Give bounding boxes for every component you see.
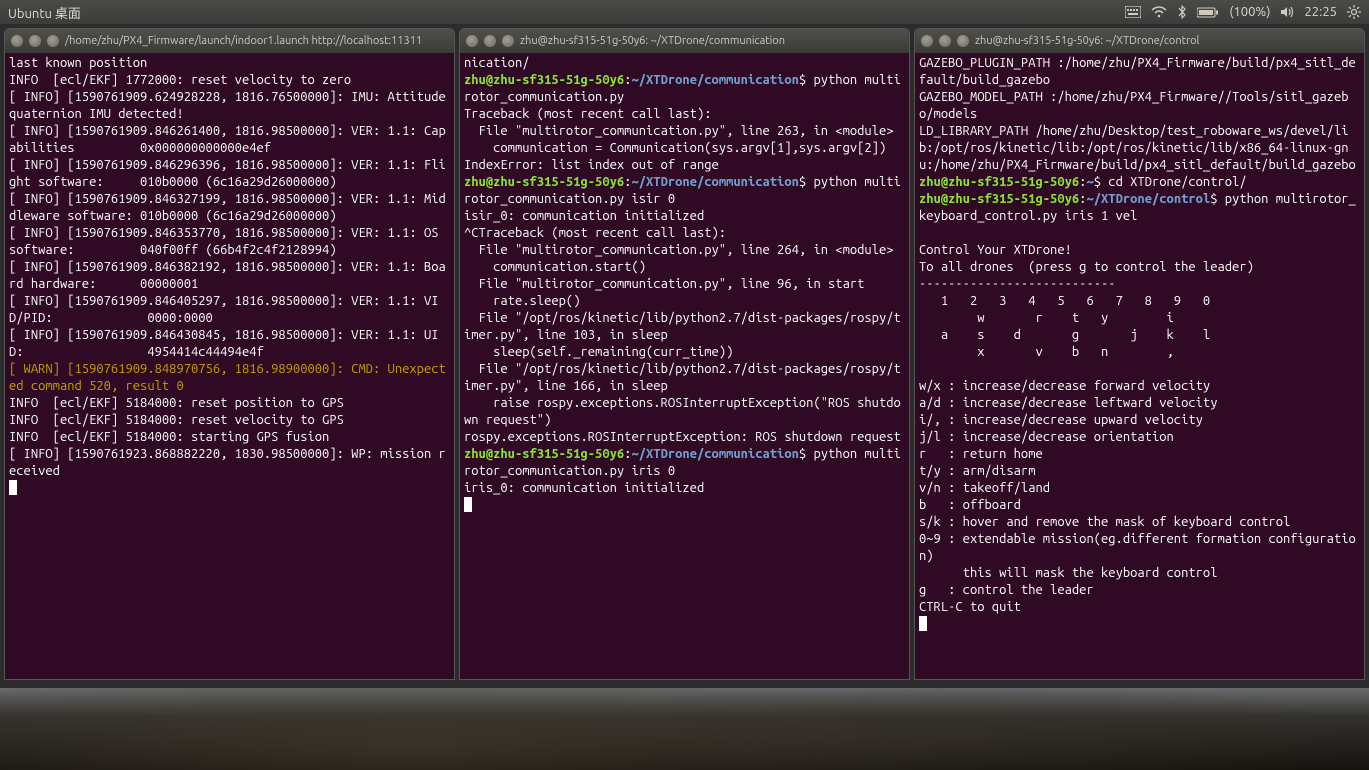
prompt-user: zhu@zhu-sf315-51g-50y6 (464, 447, 624, 461)
terminal-1[interactable]: /home/zhu/PX4_Firmware/launch/indoor1.la… (4, 28, 455, 680)
keyboard-icon[interactable] (1125, 6, 1141, 18)
prompt-user: zhu@zhu-sf315-51g-50y6 (464, 73, 624, 87)
wifi-icon[interactable] (1151, 6, 1167, 18)
terminal-3[interactable]: zhu@zhu-sf315-51g-50y6: ~/XTDrone/contro… (914, 28, 1365, 680)
terminal-line: [ WARN] [1590761909.848970756, 1816.9890… (9, 362, 446, 393)
maximize-icon[interactable] (47, 35, 59, 47)
cursor (9, 480, 17, 495)
terminal-output: Traceback (most recent call last): File … (464, 107, 894, 172)
terminal-3-titlebar[interactable]: zhu@zhu-sf315-51g-50y6: ~/XTDrone/contro… (915, 29, 1364, 53)
volume-icon[interactable] (1280, 6, 1294, 18)
terminal-output: nication/ (464, 56, 530, 70)
terminal-3-title: zhu@zhu-sf315-51g-50y6: ~/XTDrone/contro… (975, 35, 1199, 47)
terminal-line: INFO [ecl/EKF] 5184000: reset position t… (9, 396, 344, 410)
terminal-2-titlebar[interactable]: zhu@zhu-sf315-51g-50y6: ~/XTDrone/commun… (460, 29, 909, 53)
terminal-line: [ INFO] [1590761909.846327199, 1816.9850… (9, 192, 446, 223)
prompt-user: zhu@zhu-sf315-51g-50y6 (464, 175, 624, 189)
prompt-path: ~/XTDrone/communication (631, 447, 798, 461)
bluetooth-icon[interactable] (1177, 5, 1187, 19)
close-icon[interactable] (466, 35, 478, 47)
desktop-label: Ubuntu 桌面 (8, 3, 81, 22)
system-menubar: Ubuntu 桌面 (100%) 22:25 (0, 0, 1369, 24)
terminal-line: [ INFO] [1590761909.846382192, 1816.9850… (9, 260, 446, 291)
close-icon[interactable] (11, 35, 23, 47)
terminal-line: [ INFO] [1590761909.846353770, 1816.9850… (9, 226, 446, 257)
terminal-line: INFO [ecl/EKF] 1772000: reset velocity t… (9, 73, 351, 87)
maximize-icon[interactable] (957, 35, 969, 47)
terminal-output: Control Your XTDrone! To all drones (pre… (919, 243, 1356, 614)
close-icon[interactable] (921, 35, 933, 47)
prompt-path: ~ (1086, 175, 1093, 189)
terminal-line: [ INFO] [1590761909.846430845, 1816.9850… (9, 328, 439, 359)
terminal-3-body[interactable]: GAZEBO_PLUGIN_PATH :/home/zhu/PX4_Firmwa… (915, 53, 1364, 679)
terminal-1-titlebar[interactable]: /home/zhu/PX4_Firmware/launch/indoor1.la… (5, 29, 454, 53)
battery-percent: (100%) (1229, 5, 1270, 19)
prompt-user: zhu@zhu-sf315-51g-50y6 (919, 192, 1079, 206)
terminal-line: INFO [ecl/EKF] 5184000: starting GPS fus… (9, 430, 329, 444)
battery-icon[interactable] (1197, 7, 1219, 18)
terminal-line: [ INFO] [1590761923.868882220, 1830.9850… (9, 447, 446, 478)
prompt-user: zhu@zhu-sf315-51g-50y6 (919, 175, 1079, 189)
terminal-1-title: /home/zhu/PX4_Firmware/launch/indoor1.la… (65, 35, 422, 47)
terminal-line: INFO [ecl/EKF] 5184000: reset velocity t… (9, 413, 344, 427)
prompt-path: ~/XTDrone/communication (631, 175, 798, 189)
terminal-1-body[interactable]: last known position INFO [ecl/EKF] 17720… (5, 53, 454, 679)
maximize-icon[interactable] (502, 35, 514, 47)
terminal-line: [ INFO] [1590761909.846261400, 1816.9850… (9, 124, 446, 155)
terminal-2-title: zhu@zhu-sf315-51g-50y6: ~/XTDrone/commun… (520, 35, 785, 47)
clock: 22:25 (1304, 5, 1337, 19)
terminal-line: [ INFO] [1590761909.624928228, 1816.7650… (9, 90, 453, 121)
minimize-icon[interactable] (484, 35, 496, 47)
terminal-output: iris_0: communication initialized (464, 481, 704, 495)
terminal-output: isir_0: communication initialized ^CTrac… (464, 209, 901, 444)
terminal-2-body[interactable]: nication/ zhu@zhu-sf315-51g-50y6:~/XTDro… (460, 53, 909, 679)
terminal-line: last known position (9, 56, 147, 70)
terminal-2[interactable]: zhu@zhu-sf315-51g-50y6: ~/XTDrone/commun… (459, 28, 910, 680)
prompt-cmd: cd XTDrone/control/ (1108, 175, 1246, 189)
system-tray[interactable]: (100%) 22:25 (1125, 5, 1361, 19)
cursor (464, 497, 472, 512)
cursor (919, 616, 927, 631)
desktop-wallpaper (0, 688, 1369, 770)
gear-icon[interactable] (1347, 5, 1361, 19)
terminal-row: /home/zhu/PX4_Firmware/launch/indoor1.la… (0, 24, 1369, 684)
minimize-icon[interactable] (29, 35, 41, 47)
prompt-path: ~/XTDrone/communication (631, 73, 798, 87)
prompt-path: ~/XTDrone/control (1086, 192, 1210, 206)
terminal-line: [ INFO] [1590761909.846405297, 1816.9850… (9, 294, 439, 325)
terminal-output: GAZEBO_PLUGIN_PATH :/home/zhu/PX4_Firmwa… (919, 56, 1356, 172)
terminal-line: [ INFO] [1590761909.846296396, 1816.9850… (9, 158, 446, 189)
minimize-icon[interactable] (939, 35, 951, 47)
